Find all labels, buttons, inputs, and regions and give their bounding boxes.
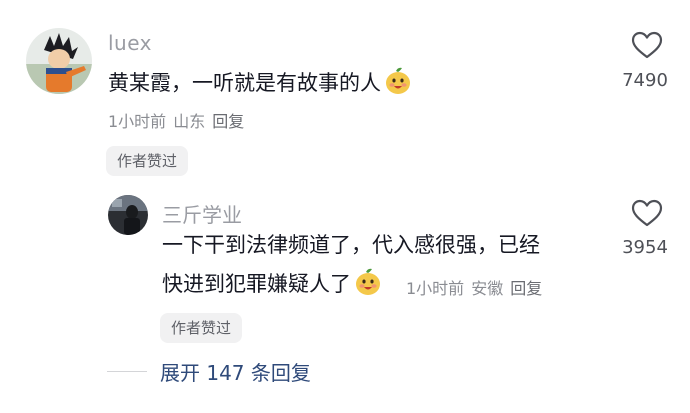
reply-button[interactable]: 回复 xyxy=(212,112,244,131)
reply-avatar[interactable] xyxy=(108,195,148,235)
heart-outline-icon[interactable] xyxy=(630,198,664,228)
author-liked-badge: 作者赞过 xyxy=(106,146,189,176)
comment-text-content: 黄某霞，一听就是有故事的人 xyxy=(108,71,381,95)
reply-text-line2: 快进到犯罪嫌疑人了 xyxy=(162,267,383,300)
like-count: 7490 xyxy=(622,70,668,91)
expand-replies-button[interactable]: 展开 147 条回复 xyxy=(160,357,311,386)
heart-outline-icon[interactable] xyxy=(630,30,664,60)
reply-reply-button[interactable]: 回复 xyxy=(510,279,542,298)
reply-username[interactable]: 三斤学业 xyxy=(162,199,242,228)
reply-text-content: 快进到犯罪嫌疑人了 xyxy=(162,272,351,296)
avatar[interactable] xyxy=(26,28,92,94)
reply-time: 1小时前 xyxy=(406,279,465,298)
divider xyxy=(107,371,147,372)
smiling-mango-emoji-icon xyxy=(383,66,413,96)
reply-like-count: 3954 xyxy=(622,237,668,258)
comment-time: 1小时前 xyxy=(108,112,167,131)
reply-author-liked-badge: 作者赞过 xyxy=(160,313,243,343)
smiling-mango-emoji-icon xyxy=(353,267,383,297)
reply-location: 安徽 xyxy=(471,279,504,298)
reply-meta: 1小时前 安徽 回复 xyxy=(406,275,542,299)
comment-meta: 1小时前 山东 回复 xyxy=(108,108,244,132)
comment-thread: luex 黄某霞，一听就是有故事的人 1小时前山东回复 作者赞过 7490 xyxy=(0,0,690,413)
comment-location: 山东 xyxy=(173,112,206,131)
comment-text: 黄某霞，一听就是有故事的人 xyxy=(108,66,413,99)
reply-text-line1: 一下干到法律频道了，代入感很强，已经 xyxy=(162,233,540,257)
comment-username[interactable]: luex xyxy=(108,31,152,55)
